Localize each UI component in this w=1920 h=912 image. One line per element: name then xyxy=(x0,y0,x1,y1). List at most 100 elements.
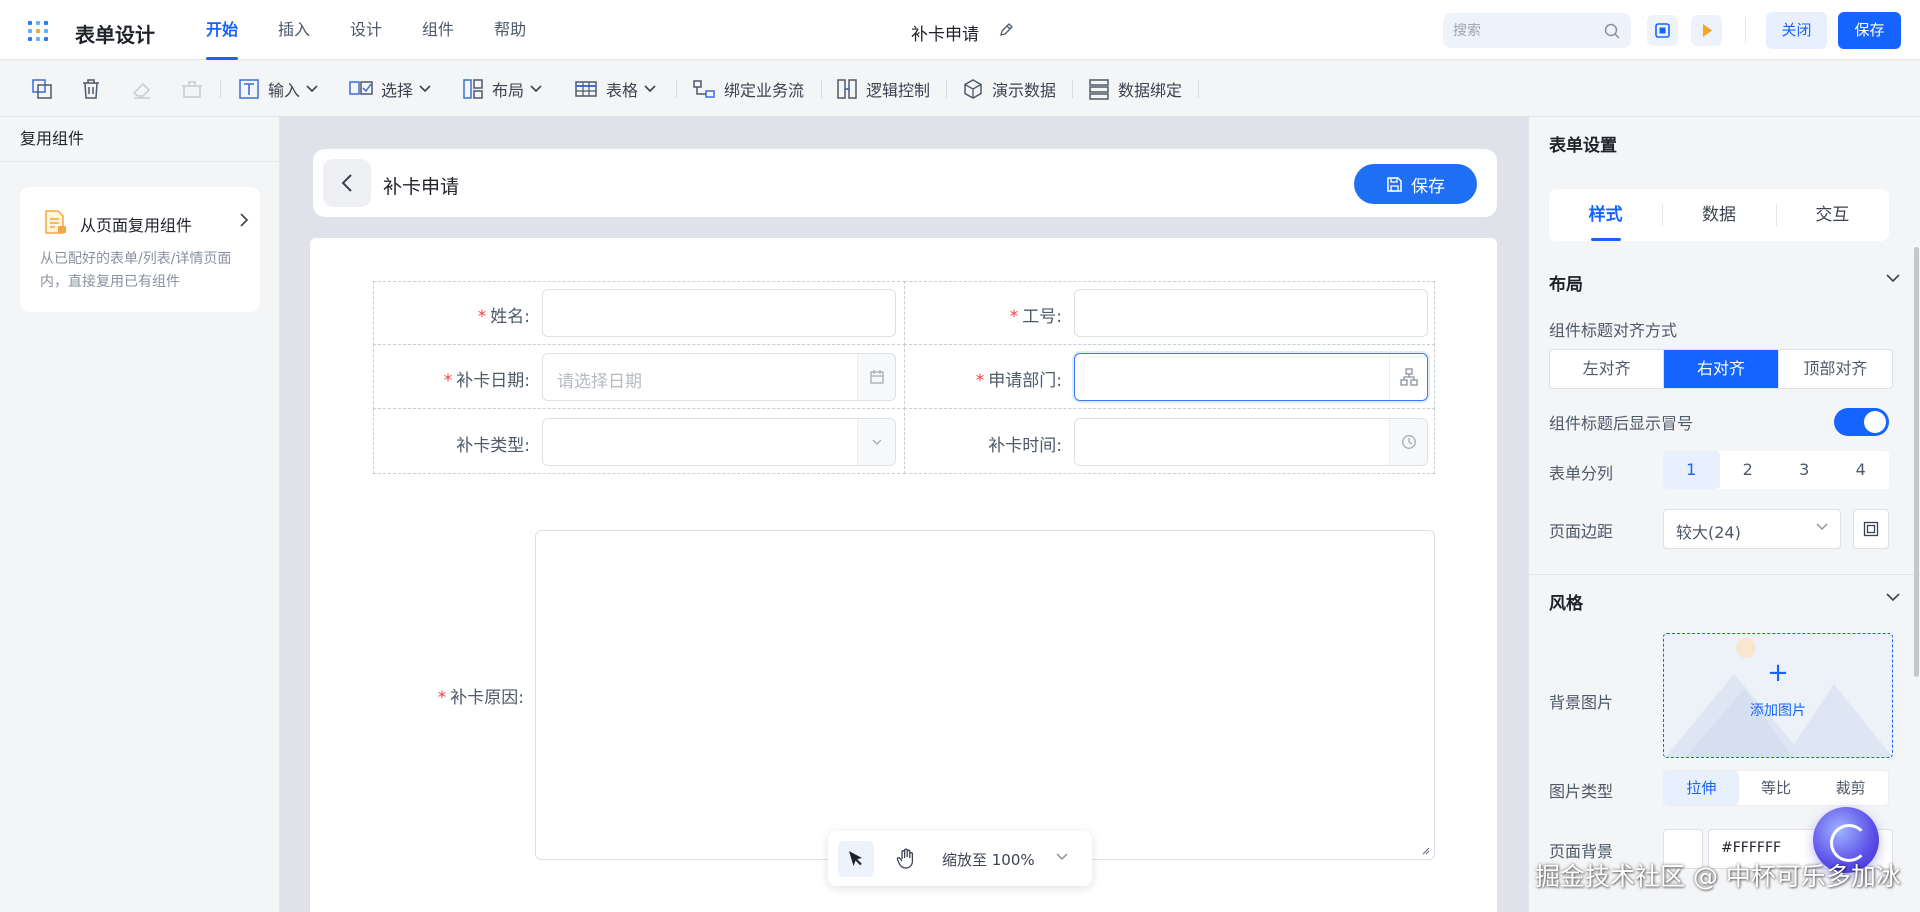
app-grid-icon[interactable] xyxy=(28,21,48,41)
reason-textarea[interactable] xyxy=(535,530,1435,860)
input-menu[interactable]: 输入 xyxy=(238,60,318,117)
type-select-dropdown[interactable] xyxy=(857,419,895,465)
resize-grip-icon[interactable] xyxy=(1420,845,1430,855)
text-input-icon xyxy=(239,78,259,99)
org-tree-icon xyxy=(1399,368,1418,386)
demo-data-button[interactable]: 演示数据 xyxy=(962,60,1056,117)
image-type-selector: 拉伸 等比 裁剪 xyxy=(1663,770,1889,806)
image-type-proportional[interactable]: 等比 xyxy=(1739,771,1814,805)
divider xyxy=(821,80,822,98)
colon-toggle[interactable] xyxy=(1834,408,1889,436)
flow-icon xyxy=(693,79,715,98)
divider xyxy=(220,80,221,98)
demo-data-label: 演示数据 xyxy=(992,80,1057,100)
copy-button[interactable] xyxy=(30,60,54,117)
tab-help[interactable]: 帮助 xyxy=(494,0,526,60)
database-icon xyxy=(1089,78,1109,100)
preview-button[interactable] xyxy=(1691,15,1722,46)
align-right-option[interactable]: 右对齐 xyxy=(1663,350,1778,388)
form-save-button[interactable]: 保存 xyxy=(1354,164,1477,204)
calendar-button[interactable] xyxy=(857,354,895,400)
edit-icon[interactable] xyxy=(998,22,1014,38)
chevron-down-icon[interactable] xyxy=(1886,593,1900,602)
divider xyxy=(1529,574,1920,575)
play-icon xyxy=(1703,24,1712,37)
search-icon[interactable] xyxy=(1603,22,1621,40)
columns-option-1[interactable]: 1 xyxy=(1663,451,1720,489)
tab-components[interactable]: 组件 xyxy=(422,0,454,60)
divider xyxy=(676,80,677,98)
chevron-down-icon xyxy=(644,84,656,92)
app-title: 表单设计 xyxy=(75,23,155,47)
save-button[interactable]: 保存 xyxy=(1838,12,1901,49)
label-align-title: 组件标题对齐方式 xyxy=(1549,321,1678,340)
clock-button[interactable] xyxy=(1389,419,1427,465)
image-type-stretch[interactable]: 拉伸 xyxy=(1664,771,1739,805)
label-align-segment: 左对齐 右对齐 顶部对齐 xyxy=(1549,349,1893,389)
tab-style[interactable]: 样式 xyxy=(1549,189,1662,241)
input-menu-label: 输入 xyxy=(268,80,301,100)
save-icon xyxy=(1387,176,1402,192)
image-type-label: 图片类型 xyxy=(1549,782,1614,801)
reuse-component-card[interactable]: 从页面复用组件 从已配好的表单/列表/详情页面内，直接复用已有组件 xyxy=(20,187,260,312)
form-header: 补卡申请 保存 xyxy=(313,149,1497,217)
align-top-option[interactable]: 顶部对齐 xyxy=(1777,350,1892,388)
chevron-down-icon[interactable] xyxy=(1886,274,1900,283)
fullscreen-icon xyxy=(1655,23,1670,38)
date-placeholder: 请选择日期 xyxy=(557,372,642,392)
type-select[interactable] xyxy=(542,418,896,466)
tab-design[interactable]: 设计 xyxy=(350,0,382,60)
time-picker[interactable] xyxy=(1074,418,1428,466)
close-button[interactable]: 关闭 xyxy=(1766,12,1827,49)
bind-flow-button[interactable]: 绑定业务流 xyxy=(692,60,804,117)
hand-tool-button[interactable] xyxy=(888,841,924,877)
margin-custom-button[interactable] xyxy=(1853,509,1889,549)
columns-option-2[interactable]: 2 xyxy=(1720,451,1777,489)
eraser-button[interactable] xyxy=(130,60,154,117)
landscape-placeholder-icon xyxy=(1665,638,1892,757)
bg-image-upload[interactable]: + 添加图片 xyxy=(1663,633,1893,758)
chevron-down-icon xyxy=(306,84,318,92)
columns-selector: 1 2 3 4 xyxy=(1663,451,1889,489)
search-input[interactable] xyxy=(1443,13,1593,48)
zoom-bar: 缩放至 100% xyxy=(828,831,1092,886)
zoom-level[interactable]: 缩放至 100% xyxy=(942,849,1035,870)
image-type-crop[interactable]: 裁剪 xyxy=(1813,771,1888,805)
name-input[interactable] xyxy=(542,289,896,337)
columns-option-3[interactable]: 3 xyxy=(1776,451,1833,489)
tab-data[interactable]: 数据 xyxy=(1662,189,1775,241)
tab-insert[interactable]: 插入 xyxy=(278,0,310,60)
logic-control-button[interactable]: 逻辑控制 xyxy=(836,60,930,117)
form-save-label: 保存 xyxy=(1411,176,1445,197)
layout-section-title[interactable]: 布局 xyxy=(1549,270,1583,295)
clear-icon xyxy=(182,80,202,98)
reason-label: * 补卡原因: xyxy=(380,683,524,708)
chevron-down-icon[interactable] xyxy=(1056,853,1068,861)
emp-no-input[interactable] xyxy=(1074,289,1428,337)
select-menu[interactable]: 选择 xyxy=(349,60,431,117)
table-menu[interactable]: 表格 xyxy=(574,60,656,117)
tab-interaction[interactable]: 交互 xyxy=(1775,189,1889,241)
margin-select[interactable]: 较大(24) xyxy=(1663,509,1841,549)
fullscreen-button[interactable] xyxy=(1647,15,1678,46)
data-bind-button[interactable]: 数据绑定 xyxy=(1088,60,1182,117)
layout-menu[interactable]: 布局 xyxy=(462,60,542,117)
delete-button[interactable] xyxy=(80,60,102,117)
page-bg-color-value: #FFFFFF xyxy=(1721,840,1782,856)
style-section-title[interactable]: 风格 xyxy=(1549,589,1583,614)
type-label: 补卡类型: xyxy=(456,436,530,456)
columns-option-4[interactable]: 4 xyxy=(1833,451,1890,489)
watermark: 掘金技术社区 @ 中杯可乐多加冰 xyxy=(1535,862,1901,891)
back-button[interactable] xyxy=(323,159,371,207)
reuse-card-title: 从页面复用组件 xyxy=(80,216,193,235)
org-picker-button[interactable] xyxy=(1389,354,1427,400)
dept-selector[interactable] xyxy=(1074,353,1428,401)
clear-button[interactable] xyxy=(180,60,204,117)
align-left-option[interactable]: 左对齐 xyxy=(1550,350,1663,388)
right-panel-scrollbar[interactable] xyxy=(1914,247,1919,677)
tab-start[interactable]: 开始 xyxy=(206,0,239,60)
date-picker[interactable]: 请选择日期 xyxy=(542,353,896,401)
pointer-tool-button[interactable] xyxy=(838,841,874,877)
settings-tabs: 样式 数据 交互 xyxy=(1549,189,1889,241)
divider xyxy=(1745,17,1746,43)
